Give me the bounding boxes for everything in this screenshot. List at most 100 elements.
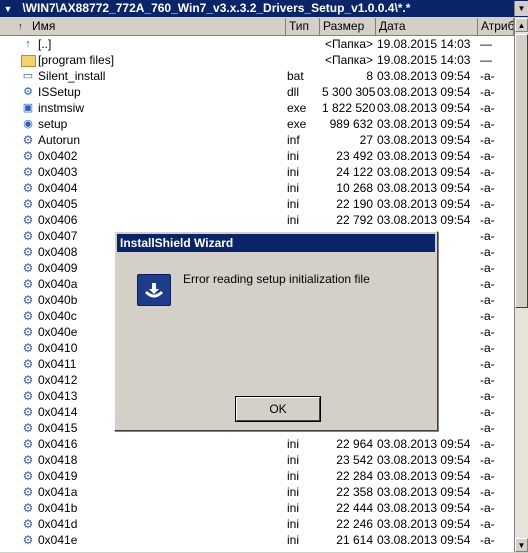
file-type: ini: [287, 469, 300, 483]
gear-icon: ⚙: [22, 341, 34, 355]
gear-icon: ⚙: [22, 293, 34, 307]
column-attributes[interactable]: Атрибут: [478, 18, 514, 35]
file-row[interactable]: ⚙ 0x0405 ini 22 190 03.08.2013 09:54 -a-: [0, 196, 514, 212]
vertical-scrollbar[interactable]: ▲ ▼: [514, 18, 528, 552]
file-date: 03.08.2013 09:54: [377, 197, 471, 211]
file-row[interactable]: ⚙ 0x0419 ini 22 284 03.08.2013 09:54 -a-: [0, 468, 514, 484]
gear-icon: ⚙: [22, 213, 34, 227]
ok-button[interactable]: OK: [235, 396, 321, 422]
scroll-up-button[interactable]: ▲: [515, 18, 528, 32]
dialog-title: InstallShield Wizard: [117, 234, 435, 252]
file-attributes: -a-: [480, 453, 495, 467]
file-row[interactable]: ▣ instmsiw exe 1 822 520 03.08.2013 09:54 -a-: [0, 100, 514, 116]
gear-icon: ⚙: [22, 245, 34, 259]
file-date: 03.08.2013 09:54: [377, 213, 471, 227]
file-attributes: -a-: [480, 149, 495, 163]
column-name[interactable]: ↑ Имя: [0, 18, 286, 35]
gear-icon: ⚙: [22, 405, 34, 419]
file-attributes: -a-: [480, 117, 495, 131]
file-row[interactable]: ⚙ 0x0403 ini 24 122 03.08.2013 09:54 -a-: [0, 164, 514, 180]
gear-icon: ⚙: [22, 181, 34, 195]
file-row[interactable]: ⚙ Autorun inf 27 03.08.2013 09:54 -a-: [0, 132, 514, 148]
file-size: 23 492: [336, 149, 373, 163]
file-attributes: -a-: [480, 245, 495, 259]
file-size: 22 284: [336, 469, 373, 483]
file-size: 1 822 520: [322, 101, 376, 115]
file-name: 0x0414: [38, 405, 78, 419]
file-attributes: -a-: [480, 133, 495, 147]
file-attributes: -a-: [480, 309, 495, 323]
column-size[interactable]: Размер: [320, 18, 376, 35]
file-type: ini: [287, 197, 300, 211]
file-row[interactable]: ⚙ ISSetup dll 5 300 305 03.08.2013 09:54 -a-: [0, 84, 514, 100]
gear-icon: ⚙: [22, 197, 34, 211]
file-size: 27: [359, 133, 373, 147]
file-name: 0x0409: [38, 261, 78, 275]
file-attributes: -a-: [480, 341, 495, 355]
file-row[interactable]: ◉ setup exe 989 632 03.08.2013 09:54 -a-: [0, 116, 514, 132]
file-name: 0x0403: [38, 165, 78, 179]
gear-icon: ⚙: [22, 149, 34, 163]
file-name: 0x0412: [38, 373, 78, 387]
history-dropdown-icon[interactable]: ▼: [514, 1, 528, 16]
file-size: 21 614: [336, 533, 373, 547]
scroll-thumb[interactable]: [515, 34, 528, 308]
file-type: dll: [287, 85, 300, 99]
file-row[interactable]: ⚙ 0x041d ini 22 246 03.08.2013 09:54 -a-: [0, 516, 514, 532]
column-type[interactable]: Тип: [286, 18, 320, 35]
file-attributes: -a-: [480, 261, 495, 275]
file-date: 03.08.2013 09:54: [377, 469, 471, 483]
file-attributes: -a-: [480, 517, 495, 531]
file-date: 03.08.2013 09:54: [377, 117, 471, 131]
file-date: 03.08.2013 09:54: [377, 437, 471, 451]
file-type: ini: [287, 149, 300, 163]
file-date: 19.08.2015 14:03: [377, 37, 471, 51]
drive-dropdown-icon[interactable]: ▼: [3, 1, 13, 17]
file-date: 03.08.2013 09:54: [377, 453, 471, 467]
gear-icon: ⚙: [22, 309, 34, 323]
file-attributes: -a-: [480, 101, 495, 115]
file-name: 0x040a: [38, 277, 78, 291]
file-size: <Папка>: [325, 37, 373, 51]
file-attributes: -a-: [480, 69, 495, 83]
app-icon: ⚙: [23, 86, 33, 98]
file-name: 0x041b: [38, 501, 78, 515]
file-row[interactable]: ⚙ 0x041e ini 21 614 03.08.2013 09:54 -a-: [0, 532, 514, 548]
file-attributes: -a-: [480, 357, 495, 371]
gear-icon: ⚙: [22, 229, 34, 243]
file-row[interactable]: [program files] <Папка> 19.08.2015 14:03 —: [0, 52, 514, 68]
current-path: \WIN7\AX88772_772A_760_Win7_v3.x.3.2_Dri…: [22, 1, 411, 15]
file-row[interactable]: ⚙ 0x041b ini 22 444 03.08.2013 09:54 -a-: [0, 500, 514, 516]
file-row[interactable]: ⚙ 0x0418 ini 23 542 03.08.2013 09:54 -a-: [0, 452, 514, 468]
file-row[interactable]: ⚙ 0x0406 ini 22 792 03.08.2013 09:54 -a-: [0, 212, 514, 228]
column-date[interactable]: Дата: [376, 18, 478, 35]
file-size: 10 268: [336, 181, 373, 195]
file-attributes: -a-: [480, 181, 495, 195]
file-name: Autorun: [38, 133, 81, 147]
file-date: 03.08.2013 09:54: [377, 85, 471, 99]
file-type: ini: [287, 181, 300, 195]
file-attributes: —: [480, 53, 492, 67]
installshield-icon: [137, 274, 171, 306]
gear-icon: ⚙: [22, 533, 34, 547]
file-row[interactable]: ▭ Silent_install bat 8 03.08.2013 09:54 -a-: [0, 68, 514, 84]
file-row[interactable]: ↑ [..] <Папка> 19.08.2015 14:03 —: [0, 36, 514, 52]
file-row[interactable]: ⚙ 0x0416 ini 22 964 03.08.2013 09:54 -a-: [0, 436, 514, 452]
setup-icon: ◉: [23, 118, 33, 130]
file-name: instmsiw: [38, 101, 85, 115]
file-size: <Папка>: [325, 53, 373, 67]
file-type: exe: [287, 117, 307, 131]
file-type: ini: [287, 453, 300, 467]
file-attributes: -a-: [480, 405, 495, 419]
file-attributes: -a-: [480, 229, 495, 243]
path-bar[interactable]: ▼ \WIN7\AX88772_772A_760_Win7_v3.x.3.2_D…: [0, 0, 528, 17]
file-type: ini: [287, 437, 300, 451]
file-date: 03.08.2013 09:54: [377, 517, 471, 531]
file-row[interactable]: ⚙ 0x041a ini 22 358 03.08.2013 09:54 -a-: [0, 484, 514, 500]
file-name: setup: [38, 117, 68, 131]
gear-icon: ⚙: [22, 325, 34, 339]
scroll-down-button[interactable]: ▼: [515, 538, 528, 552]
file-row[interactable]: ⚙ 0x0404 ini 10 268 03.08.2013 09:54 -a-: [0, 180, 514, 196]
file-row[interactable]: ⚙ 0x0402 ini 23 492 03.08.2013 09:54 -a-: [0, 148, 514, 164]
file-name: 0x0418: [38, 453, 78, 467]
